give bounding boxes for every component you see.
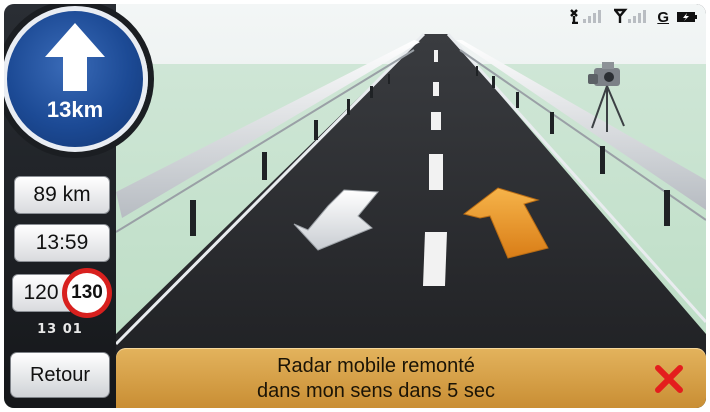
speed-panel: 120 130 (12, 268, 112, 318)
maneuver-distance: 13km (46, 97, 104, 122)
gprs-icon: G (657, 9, 669, 26)
arrival-time: 13:59 (14, 224, 110, 262)
satellite-signal-icon (569, 8, 607, 28)
alert-line-1: Radar mobile remonté (277, 355, 475, 377)
alert-line-2: dans mon sens dans 5 sec (257, 380, 495, 402)
alert-message: Radar mobile remonté dans mon sens dans … (136, 354, 616, 404)
straight-arrow-icon (45, 23, 105, 91)
date-display: 13 01 (37, 322, 83, 337)
radar-alert-banner[interactable]: Radar mobile remonté dans mon sens dans … (116, 348, 706, 408)
gps-screen: 89 km 13:59 120 130 13 01 Retour 13km G … (4, 4, 706, 408)
next-maneuver-panel[interactable]: 13km (4, 6, 148, 152)
gsm-signal-icon (612, 8, 650, 28)
remaining-distance: 89 km (14, 176, 110, 214)
battery-icon (676, 9, 698, 28)
speed-limit-sign: 130 (62, 268, 112, 318)
status-bar: G (569, 8, 698, 28)
close-icon[interactable] (652, 362, 686, 396)
back-button[interactable]: Retour (10, 352, 110, 398)
